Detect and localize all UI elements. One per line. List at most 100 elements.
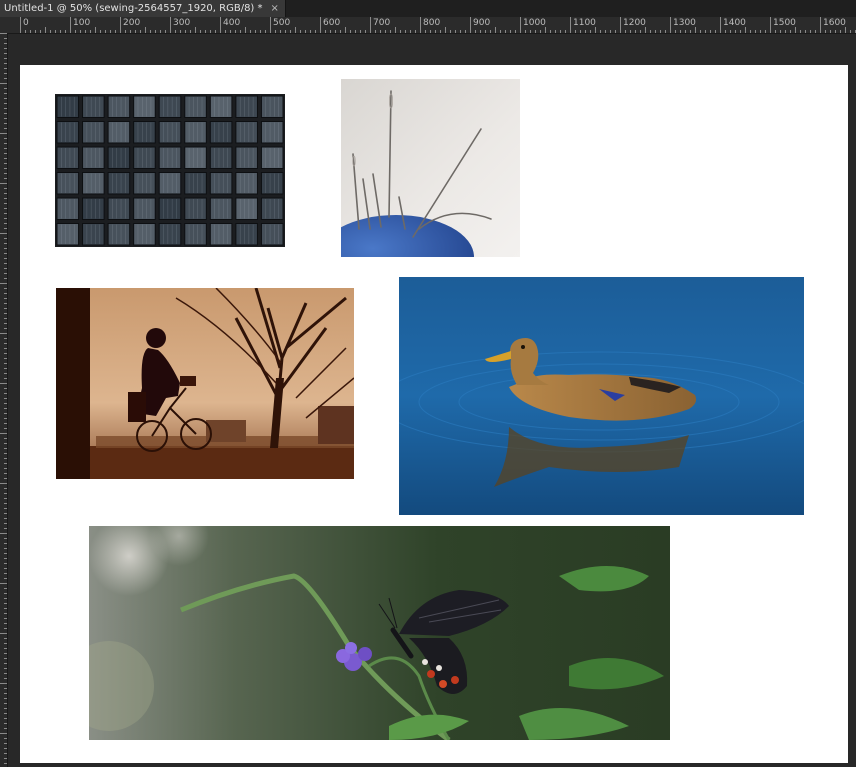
- ruler-major-tick: [670, 17, 671, 33]
- ruler-minor-tick: [4, 373, 7, 374]
- ruler-minor-tick: [725, 30, 726, 33]
- ruler-minor-tick: [4, 238, 7, 239]
- ruler-minor-tick: [4, 458, 7, 459]
- glass-block: [107, 172, 131, 195]
- ruler-label: 400: [223, 18, 241, 28]
- ruler-minor-tick: [205, 30, 206, 33]
- ruler-minor-tick: [4, 293, 7, 294]
- ruler-minor-tick: [540, 30, 541, 33]
- glass-block: [184, 172, 207, 195]
- glass-block: [235, 146, 258, 169]
- ruler-minor-tick: [565, 30, 566, 33]
- ruler-major-tick: [270, 17, 271, 33]
- ruler-minor-tick: [250, 30, 251, 33]
- butterfly-photo[interactable]: [89, 526, 670, 740]
- ruler-minor-tick: [4, 718, 7, 719]
- ruler-minor-tick: [4, 668, 7, 669]
- ruler-minor-tick: [4, 513, 7, 514]
- ruler-minor-tick: [45, 27, 46, 33]
- ruler-label: 700: [373, 18, 391, 28]
- ruler-minor-tick: [4, 673, 7, 674]
- ruler-minor-tick: [4, 588, 7, 589]
- ruler-minor-tick: [4, 303, 7, 304]
- ruler-minor-tick: [4, 378, 7, 379]
- ruler-minor-tick: [4, 358, 7, 359]
- ruler-minor-tick: [4, 168, 7, 169]
- document-canvas[interactable]: [20, 65, 848, 763]
- ruler-minor-tick: [4, 493, 7, 494]
- ruler-minor-tick: [4, 288, 7, 289]
- glass-blocks-photo[interactable]: [55, 94, 285, 247]
- ruler-minor-tick: [545, 27, 546, 33]
- ruler-minor-tick: [4, 193, 7, 194]
- ruler-minor-tick: [4, 123, 7, 124]
- ruler-minor-tick: [4, 368, 7, 369]
- ruler-minor-tick: [645, 27, 646, 33]
- ruler-minor-tick: [4, 98, 7, 99]
- ruler-minor-tick: [260, 30, 261, 33]
- ruler-minor-tick: [4, 353, 7, 354]
- ruler-minor-tick: [25, 30, 26, 33]
- ruler-minor-tick: [4, 208, 7, 209]
- glass-block: [260, 146, 284, 169]
- ruler-minor-tick: [710, 30, 711, 33]
- ruler-minor-tick: [4, 518, 7, 519]
- ruler-minor-tick: [0, 333, 7, 334]
- glass-block: [209, 223, 233, 246]
- glass-block: [260, 172, 284, 195]
- ruler-minor-tick: [115, 30, 116, 33]
- glass-block: [82, 223, 105, 246]
- ruler-label: 1100: [573, 18, 596, 28]
- ruler-minor-tick: [4, 363, 7, 364]
- ruler-minor-tick: [0, 183, 7, 184]
- ruler-minor-tick: [335, 30, 336, 33]
- ruler-minor-tick: [4, 173, 7, 174]
- ruler-minor-tick: [280, 30, 281, 33]
- ruler-major-tick: [770, 17, 771, 33]
- ruler-minor-tick: [310, 30, 311, 33]
- ruler-minor-tick: [80, 30, 81, 33]
- ruler-minor-tick: [4, 528, 7, 529]
- ruler-minor-tick: [4, 623, 7, 624]
- duck-photo[interactable]: [399, 277, 804, 515]
- ruler-minor-tick: [675, 30, 676, 33]
- ruler-minor-tick: [4, 393, 7, 394]
- ruler-minor-tick: [75, 30, 76, 33]
- ruler-minor-tick: [555, 30, 556, 33]
- ruler-minor-tick: [715, 30, 716, 33]
- ruler-minor-tick: [4, 758, 7, 759]
- sewing-needles-photo[interactable]: [341, 79, 520, 257]
- ruler-minor-tick: [40, 30, 41, 33]
- ruler-minor-tick: [4, 728, 7, 729]
- document-tab-title[interactable]: Untitled-1 @ 50% (sewing-2564557_1920, R…: [4, 0, 263, 17]
- ruler-minor-tick: [0, 233, 7, 234]
- cyclist-photo[interactable]: [56, 288, 354, 479]
- vertical-ruler[interactable]: [0, 33, 8, 767]
- ruler-minor-tick: [4, 473, 7, 474]
- glass-block: [158, 121, 182, 144]
- ruler-minor-tick: [4, 478, 7, 479]
- ruler-minor-tick: [0, 633, 7, 634]
- glass-block: [260, 197, 284, 220]
- ruler-minor-tick: [685, 30, 686, 33]
- ruler-minor-tick: [615, 30, 616, 33]
- ruler-minor-tick: [4, 468, 7, 469]
- glass-block: [235, 223, 258, 246]
- ruler-minor-tick: [4, 418, 7, 419]
- ruler-minor-tick: [585, 30, 586, 33]
- document-tab[interactable]: Untitled-1 @ 50% (sewing-2564557_1920, R…: [0, 0, 286, 17]
- glass-block: [82, 121, 105, 144]
- canvas-area[interactable]: [8, 34, 856, 767]
- ruler-minor-tick: [4, 618, 7, 619]
- ruler-minor-tick: [815, 30, 816, 33]
- ruler-minor-tick: [4, 398, 7, 399]
- close-icon[interactable]: ×: [271, 0, 279, 17]
- ruler-minor-tick: [4, 53, 7, 54]
- ruler-minor-tick: [100, 30, 101, 33]
- ruler-minor-tick: [135, 30, 136, 33]
- ruler-minor-tick: [4, 38, 7, 39]
- ruler-label: 1300: [673, 18, 696, 28]
- ruler-minor-tick: [4, 713, 7, 714]
- ruler-minor-tick: [0, 433, 7, 434]
- horizontal-ruler[interactable]: 0 100 200 300 400 500 600 700 800 900 1000 1100 1200…: [0, 17, 856, 34]
